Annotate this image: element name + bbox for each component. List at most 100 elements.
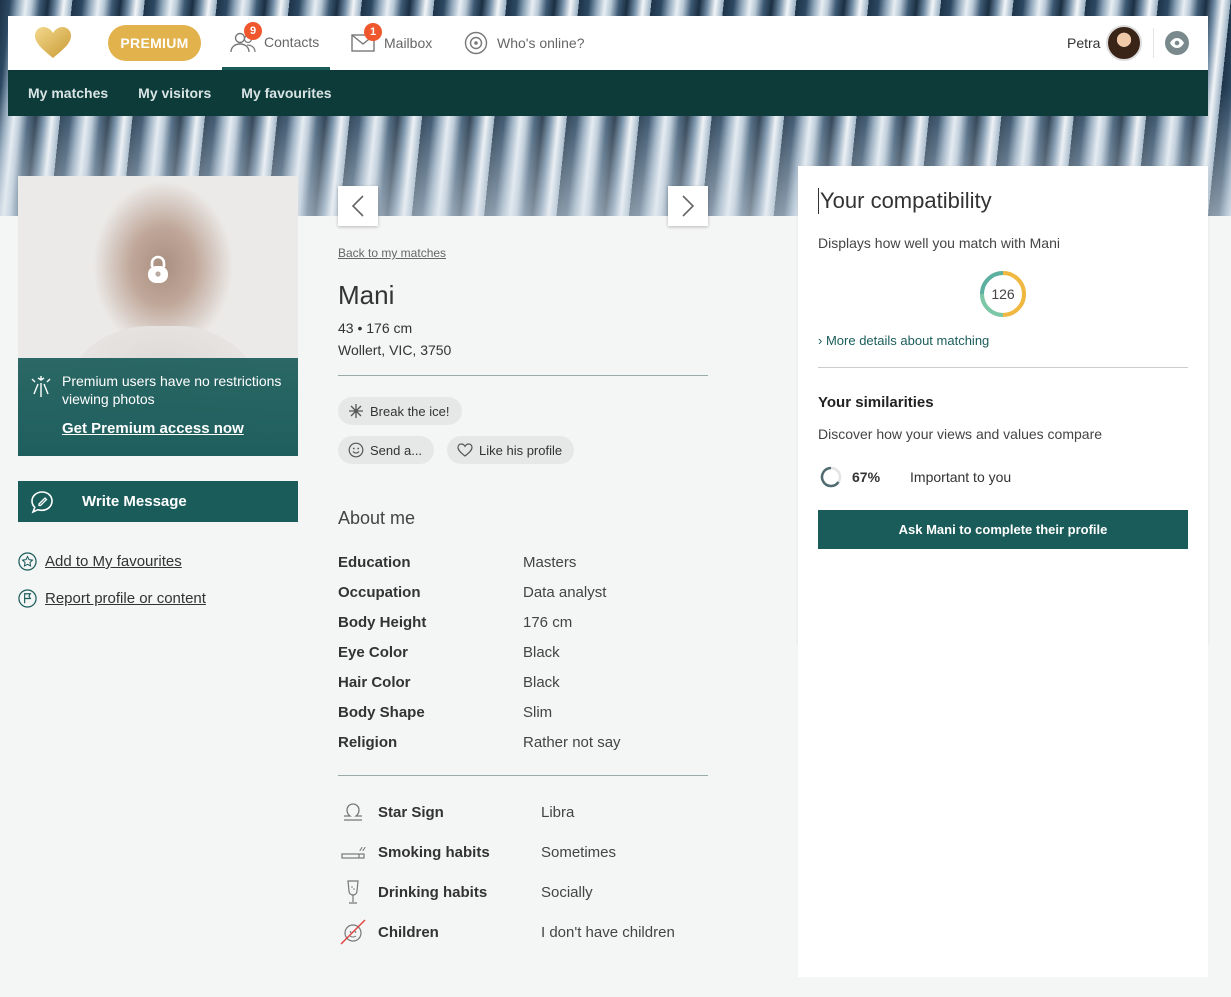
- lifestyle-key: Drinking habits: [378, 883, 488, 901]
- add-favourite-link[interactable]: Add to My favourites: [18, 552, 182, 571]
- top-bar: PREMIUM 9 Contacts 1 Mailbox Who's onlin…: [8, 16, 1208, 70]
- nav-mailbox-label: Mailbox: [384, 35, 433, 51]
- panel-divider: [818, 367, 1188, 368]
- eye-icon[interactable]: [1165, 31, 1189, 55]
- like-profile-button[interactable]: Like his profile: [447, 436, 575, 464]
- subnav-my-matches[interactable]: My matches: [28, 85, 108, 101]
- about-me-heading: About me: [338, 508, 416, 528]
- detail-key: Education: [338, 553, 411, 571]
- detail-key: Eye Color: [338, 643, 409, 661]
- detail-row: Eye Color Black: [338, 642, 560, 662]
- mailbox-badge: 1: [364, 23, 382, 41]
- compatibility-title: Your compatibility: [818, 188, 992, 214]
- no-children-icon: [338, 917, 368, 947]
- premium-promo: Premium users have no restrictions viewi…: [18, 358, 298, 456]
- chevron-right-icon: [682, 195, 695, 217]
- send-button[interactable]: Send a...: [338, 436, 435, 464]
- detail-row: Body Height 176 cm: [338, 612, 572, 632]
- ask-complete-profile-button[interactable]: Ask Mani to complete their profile: [818, 510, 1188, 549]
- lifestyle-key: Star Sign: [378, 803, 444, 821]
- get-premium-link[interactable]: Get Premium access now: [62, 420, 286, 437]
- report-profile-label: Report profile or content: [45, 590, 206, 607]
- detail-value: Slim: [523, 703, 553, 721]
- detail-value: Data analyst: [523, 583, 607, 601]
- compatibility-panel: Your compatibility Displays how well you…: [798, 166, 1208, 644]
- add-favourite-label: Add to My favourites: [45, 553, 182, 570]
- promo-text: Premium users have no restrictions viewi…: [62, 373, 282, 407]
- detail-key: Religion: [338, 733, 398, 751]
- subnav-my-favourites[interactable]: My favourites: [241, 85, 331, 101]
- header-divider: [1153, 28, 1154, 58]
- online-radar-icon: [463, 31, 489, 55]
- lifestyle-row: Star Sign Libra: [338, 797, 574, 827]
- fireworks-icon: [31, 376, 51, 397]
- premium-button[interactable]: PREMIUM: [108, 25, 201, 61]
- detail-row: Hair Color Black: [338, 672, 560, 692]
- compatibility-score: 126: [991, 286, 1015, 302]
- similarity-label: Important to you: [910, 469, 1012, 485]
- lifestyle-value: Sometimes: [541, 843, 617, 861]
- profile-photo[interactable]: Premium users have no restrictions viewi…: [18, 176, 298, 456]
- contacts-icon: 9: [230, 21, 262, 53]
- cigarette-icon: [338, 837, 368, 867]
- back-to-matches-link[interactable]: Back to my matches: [338, 246, 446, 260]
- compatibility-subtitle: Displays how well you match with Mani: [818, 235, 1060, 251]
- lifestyle-row: Smoking habits Sometimes: [338, 837, 616, 867]
- detail-row: Education Masters: [338, 552, 576, 572]
- next-profile-button[interactable]: [668, 186, 708, 226]
- detail-value: Black: [523, 673, 560, 691]
- lifestyle-value: I don't have children: [541, 923, 675, 941]
- nav-contacts[interactable]: 9 Contacts: [222, 16, 330, 70]
- mail-icon: 1: [350, 23, 382, 54]
- heart-logo-icon[interactable]: [34, 26, 72, 60]
- contacts-badge: 9: [244, 21, 262, 40]
- more-details-link[interactable]: › More details about matching: [818, 333, 989, 348]
- libra-icon: [338, 797, 368, 827]
- break-ice-button[interactable]: Break the ice!: [338, 397, 462, 425]
- details-divider: [338, 775, 708, 776]
- detail-key: Occupation: [338, 583, 421, 601]
- detail-value: Rather not say: [523, 733, 621, 751]
- previous-profile-button[interactable]: [338, 186, 378, 226]
- report-profile-link[interactable]: Report profile or content: [18, 589, 206, 608]
- nav-online-label: Who's online?: [497, 35, 585, 51]
- nav-mailbox[interactable]: 1 Mailbox: [350, 16, 432, 70]
- heart-icon: [457, 443, 473, 457]
- chevron-right-icon: ›: [818, 333, 823, 348]
- sub-navigation: My matches My visitors My favourites: [8, 70, 1208, 116]
- age-height: 43 • 176 cm: [338, 320, 413, 336]
- detail-row: Occupation Data analyst: [338, 582, 606, 602]
- chevron-left-icon: [351, 195, 364, 217]
- speech-bubble-icon: [31, 491, 53, 514]
- lock-icon: [148, 255, 168, 283]
- write-message-label: Write Message: [82, 493, 187, 510]
- like-label: Like his profile: [479, 442, 563, 458]
- nav-whos-online[interactable]: Who's online?: [463, 16, 585, 70]
- detail-key: Hair Color: [338, 673, 411, 691]
- lifestyle-value: Socially: [541, 883, 593, 901]
- nav-contacts-label: Contacts: [264, 33, 320, 50]
- detail-value: 176 cm: [523, 613, 573, 631]
- detail-key: Body Height: [338, 613, 427, 631]
- lifestyle-row: Drinking habits Socially: [338, 877, 593, 907]
- avatar[interactable]: [1106, 25, 1142, 61]
- subnav-my-visitors[interactable]: My visitors: [138, 85, 211, 101]
- lifestyle-row: Children I don't have children: [338, 917, 675, 947]
- panel-lower-area: [798, 644, 1208, 977]
- smiley-icon: [348, 442, 364, 458]
- location: Wollert, VIC, 3750: [338, 342, 452, 358]
- break-ice-label: Break the ice!: [370, 403, 450, 419]
- flag-icon: [18, 589, 37, 608]
- more-details-label: More details about matching: [825, 333, 990, 348]
- profile-name: Mani: [338, 280, 395, 310]
- detail-row: Body Shape Slim: [338, 702, 552, 722]
- similarities-title: Your similarities: [818, 394, 934, 411]
- detail-row: Religion Rather not say: [338, 732, 621, 752]
- progress-ring-icon: [820, 466, 842, 488]
- user-name[interactable]: Petra: [1067, 16, 1100, 70]
- write-message-button[interactable]: Write Message: [18, 481, 298, 522]
- send-label: Send a...: [370, 442, 423, 458]
- similarities-subtitle: Discover how your views and values compa…: [818, 426, 1103, 442]
- lifestyle-key: Smoking habits: [378, 843, 490, 861]
- lifestyle-value: Libra: [541, 803, 575, 821]
